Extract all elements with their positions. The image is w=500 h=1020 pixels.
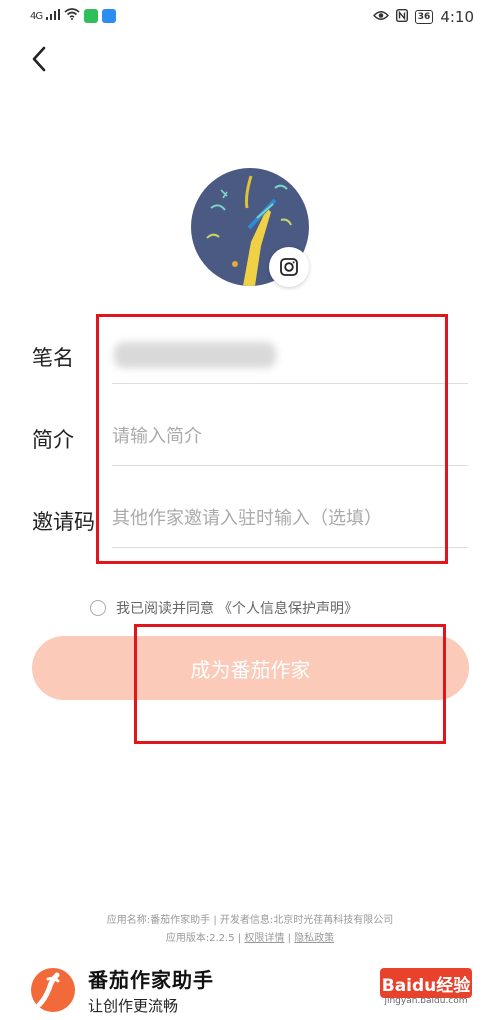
- agreement-text: 我已阅读并同意: [116, 601, 214, 617]
- brand-name: 番茄作家助手: [88, 968, 214, 992]
- privacy-policy-link[interactable]: 隐私政策: [294, 933, 334, 944]
- agreement-radio[interactable]: [90, 600, 106, 616]
- app-info-text: 应用名称:番茄作家助手 | 开发者信息:北京时光荏苒科技有限公司: [106, 915, 394, 926]
- brand-block: 番茄作家助手 让创作更流畅: [30, 964, 214, 1016]
- privacy-statement-link[interactable]: 《个人信息保护声明》: [218, 598, 358, 618]
- pen-name-label: 笔名: [32, 346, 74, 370]
- signal-icon: [46, 8, 61, 24]
- brand-slogan: 让创作更流畅: [88, 997, 179, 1015]
- battery-indicator: 36: [414, 10, 434, 24]
- nfc-icon: [395, 8, 408, 26]
- permissions-link[interactable]: 权限详情: [244, 933, 284, 944]
- status-bar: 4G 36 4:10: [0, 0, 500, 34]
- avatar-container[interactable]: [191, 168, 309, 287]
- messenger-app-icon: [84, 9, 99, 23]
- status-right: 36 4:10: [372, 8, 474, 26]
- brand-text: 番茄作家助手 让创作更流畅: [88, 964, 214, 1016]
- intro-label: 简介: [32, 428, 74, 452]
- back-button[interactable]: [24, 44, 54, 74]
- invite-code-label: 邀请码: [32, 510, 95, 534]
- version-text: 应用版本:2.2.5 |: [165, 933, 242, 944]
- watermark-url: jingyan.baidu.com: [384, 996, 468, 1006]
- version-line: 应用版本:2.2.5 | 权限详情 | 隐私政策: [0, 929, 500, 944]
- chevron-left-icon: [32, 46, 46, 72]
- network-type: 4G: [30, 10, 43, 22]
- change-avatar-button[interactable]: [269, 247, 309, 287]
- watermark-logo: Baidu经验: [380, 968, 472, 998]
- wifi-icon: [64, 8, 80, 24]
- agreement-row: 我已阅读并同意 《个人信息保护声明》: [90, 598, 358, 618]
- tomato-logo-icon: [31, 968, 75, 1012]
- camera-icon: [280, 258, 298, 276]
- button-highlight-box: [134, 624, 446, 744]
- eye-icon: [372, 10, 389, 25]
- clock: 4:10: [440, 8, 474, 26]
- notification-app-icon: [102, 9, 117, 23]
- baidu-watermark: Baidu经验 jingyan.baidu.com: [380, 968, 472, 1008]
- status-left: 4G: [30, 8, 117, 24]
- form-highlight-box: [96, 314, 448, 564]
- footer-separator: |: [287, 933, 291, 944]
